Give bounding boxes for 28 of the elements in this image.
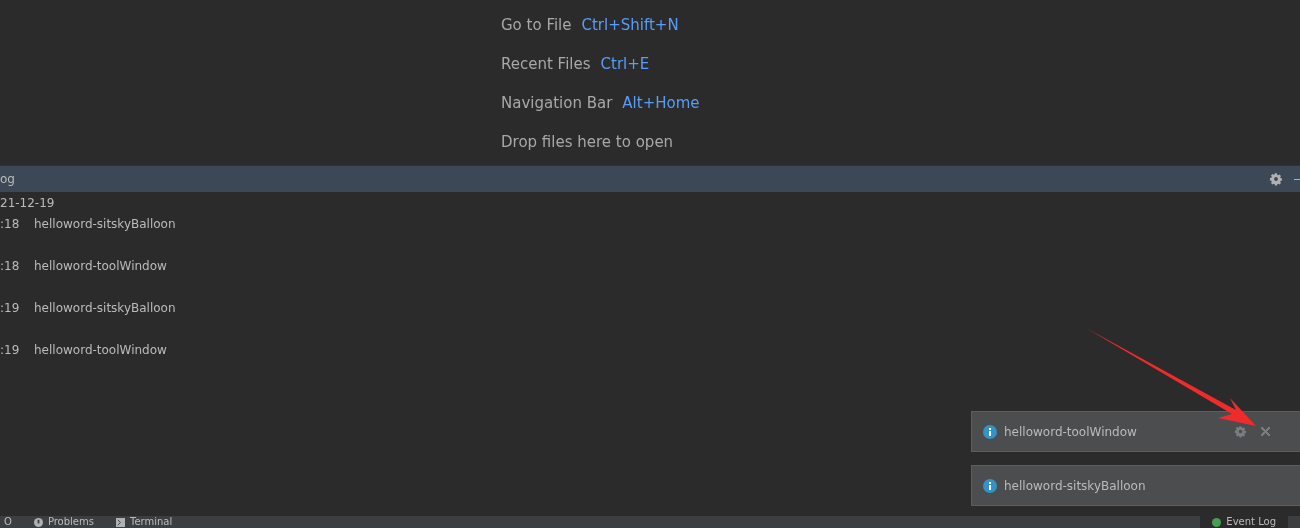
tool-window-tab[interactable]: Event Log: [1200, 516, 1288, 528]
shortcut-text: Ctrl+Shift+N: [581, 16, 679, 35]
log-message[interactable]: helloword-toolWindow: [34, 340, 167, 382]
hint-label: Recent Files: [501, 55, 591, 74]
log-message[interactable]: helloword-sitskyBalloon: [34, 214, 176, 256]
notification-text: helloword-toolWindow: [1004, 424, 1138, 439]
log-time: :18: [0, 216, 21, 233]
hint-label: Go to File: [501, 16, 572, 35]
tool-window-tab[interactable]: O: [0, 516, 16, 528]
panel-title: og: [0, 172, 16, 186]
minimize-icon[interactable]: [1294, 178, 1300, 180]
log-date: 21-12-19: [0, 195, 56, 212]
info-icon: [983, 424, 997, 439]
hint-label: Drop files here to open: [501, 133, 674, 152]
info-icon: [983, 478, 997, 493]
log-message[interactable]: helloword-sitskyBalloon: [34, 298, 176, 340]
notification-text: helloword-sitskyBalloon: [1004, 478, 1147, 493]
settings-icon[interactable]: [1269, 172, 1283, 186]
badge-icon: [1212, 517, 1222, 527]
tool-window-tab[interactable]: Problems: [29, 516, 98, 528]
log-time: :19: [0, 342, 21, 359]
tool-window-tab[interactable]: Terminal: [111, 516, 177, 528]
shortcut-text: Alt+Home: [622, 94, 700, 113]
shortcut-text: Ctrl+E: [600, 55, 650, 74]
log-message[interactable]: helloword-toolWindow: [34, 256, 167, 298]
log-time: :19: [0, 300, 21, 317]
hint-label: Navigation Bar: [501, 94, 613, 113]
log-time: :18: [0, 258, 21, 275]
